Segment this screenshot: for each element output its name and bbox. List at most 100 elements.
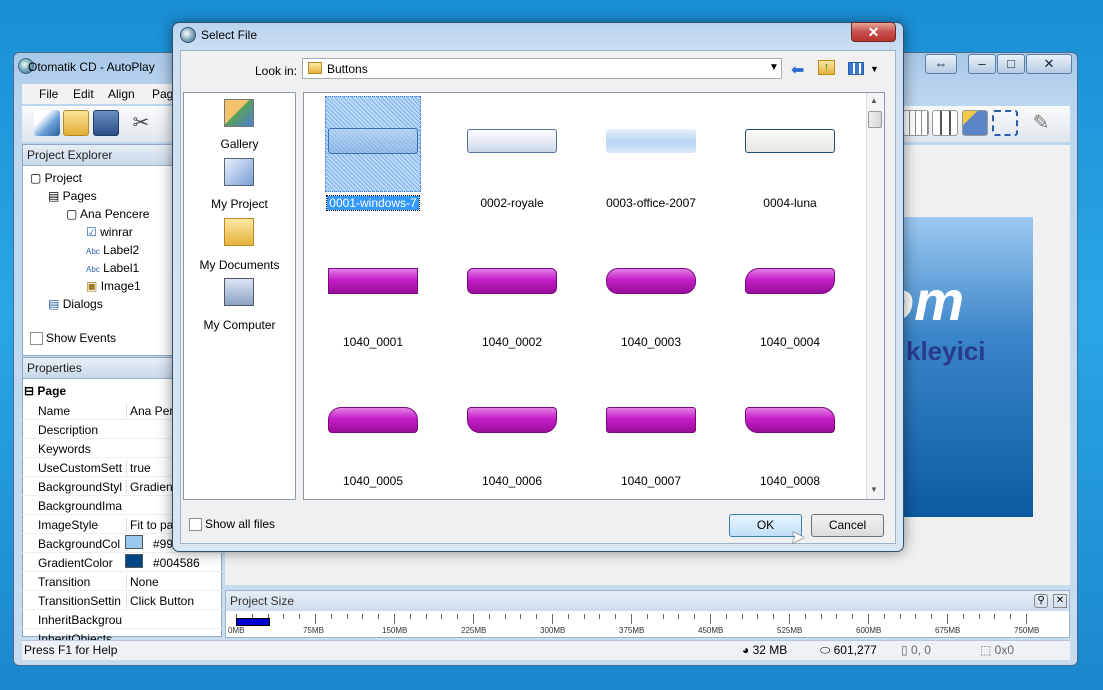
property-row[interactable]: GradientColor #004586: [22, 553, 222, 572]
ruler-tick: [994, 614, 996, 619]
file-item-1040-0006[interactable]: 1040_0006: [452, 474, 572, 488]
tree-item-label2[interactable]: Abc Label2: [86, 243, 139, 257]
file-thumb-windows7[interactable]: [328, 128, 418, 154]
property-row[interactable]: Transition None: [22, 572, 222, 591]
minimize-button[interactable]: –: [968, 54, 996, 74]
canvas-subtitle-text[interactable]: kleyici: [906, 336, 986, 367]
file-thumb-1040-0005[interactable]: [328, 407, 418, 433]
file-item-0003[interactable]: 0003-office-2007: [591, 196, 711, 210]
file-thumb-1040-0008[interactable]: [745, 407, 835, 433]
file-thumb-1040-0004[interactable]: [745, 268, 835, 294]
file-thumb-office2007[interactable]: [606, 129, 696, 153]
property-key: Name: [38, 404, 71, 418]
tree-item-image1[interactable]: ▣ Image1: [86, 279, 141, 293]
file-thumb-1040-0006[interactable]: [467, 407, 557, 433]
file-item-1040-0004[interactable]: 1040_0004: [730, 335, 850, 349]
file-item-0002[interactable]: 0002-royale: [452, 196, 572, 210]
file-thumb-1040-0007[interactable]: [606, 407, 696, 433]
tree-label: Ana Pencere: [80, 207, 150, 221]
restore-icon[interactable]: ⇔: [925, 54, 957, 74]
property-value[interactable]: Click Button: [126, 594, 222, 608]
wand-icon[interactable]: [34, 110, 60, 136]
show-events-checkbox[interactable]: [30, 332, 43, 345]
ruler-tick: [725, 614, 727, 619]
look-in-value: Buttons: [327, 62, 368, 76]
file-thumb-luna[interactable]: [745, 129, 835, 153]
cancel-button[interactable]: Cancel: [811, 514, 884, 537]
file-thumb-1040-0002[interactable]: [467, 268, 557, 294]
tree-label: Dialogs: [62, 297, 103, 311]
look-in-select[interactable]: [302, 58, 782, 79]
my-project-icon[interactable]: [224, 158, 254, 186]
file-item-1040-0002[interactable]: 1040_0002: [452, 335, 572, 349]
property-value[interactable]: None: [126, 575, 222, 589]
cut-icon[interactable]: ✂: [128, 110, 154, 136]
tree-item-dialogs[interactable]: ▤ Dialogs: [48, 297, 103, 311]
maximize-button[interactable]: □: [997, 54, 1025, 74]
file-thumb-royale[interactable]: [467, 129, 557, 153]
status-help: Press F1 for Help: [24, 643, 118, 657]
show-all-files-checkbox[interactable]: [189, 518, 202, 531]
gradient-color-swatch[interactable]: [125, 554, 143, 568]
file-thumb-1040-0001[interactable]: [328, 268, 418, 294]
columns-icon[interactable]: [932, 110, 958, 136]
ruler-tick: [1026, 614, 1027, 624]
file-item-1040-0001[interactable]: 1040_0001: [313, 335, 433, 349]
properties-section-page[interactable]: ⊟ Page: [24, 384, 66, 398]
tree-item-ana-pencere[interactable]: ▢ Ana Pencere: [66, 207, 149, 221]
label-icon: Abc: [86, 247, 100, 256]
property-row[interactable]: TransitionSettin Click Button: [22, 591, 222, 610]
view-menu-icon[interactable]: [848, 62, 864, 75]
pen-icon[interactable]: ✎: [1028, 110, 1054, 136]
place-my-project[interactable]: My Project: [183, 197, 296, 211]
file-item-1040-0005[interactable]: 1040_0005: [313, 474, 433, 488]
up-folder-icon[interactable]: ↑: [818, 60, 835, 75]
place-my-documents[interactable]: My Documents: [183, 258, 296, 272]
grid-icon[interactable]: [903, 110, 929, 136]
place-my-computer[interactable]: My Computer: [183, 318, 296, 332]
back-arrow-icon[interactable]: ⬅: [791, 60, 804, 80]
view-chevron-down-icon[interactable]: ▼: [870, 64, 879, 74]
my-documents-icon[interactable]: [224, 218, 254, 246]
checkbox-icon: ☑: [86, 225, 97, 239]
open-folder-icon[interactable]: [63, 110, 89, 136]
property-row[interactable]: InheritBackgrou: [22, 610, 222, 629]
file-item-1040-0007[interactable]: 1040_0007: [591, 474, 711, 488]
scroll-up-icon[interactable]: ▲: [870, 96, 878, 105]
tree-item-project[interactable]: ▢ Project: [30, 171, 82, 185]
menu-file[interactable]: File: [39, 87, 58, 101]
place-gallery[interactable]: Gallery: [183, 137, 296, 151]
selection-icon[interactable]: [992, 110, 1018, 136]
menu-edit[interactable]: Edit: [73, 87, 94, 101]
layout-icon[interactable]: [962, 110, 988, 136]
scroll-down-icon[interactable]: ▼: [870, 485, 878, 494]
file-item-1040-0003[interactable]: 1040_0003: [591, 335, 711, 349]
scroll-thumb[interactable]: [868, 111, 882, 128]
background-color-swatch[interactable]: [125, 535, 143, 549]
close-button[interactable]: ✕: [1026, 54, 1072, 74]
file-thumb-1040-0003[interactable]: [606, 268, 696, 294]
panel-close-icon[interactable]: ✕: [1053, 594, 1067, 608]
ruler-label: 450MB: [698, 626, 724, 635]
ruler-tick: [883, 614, 885, 619]
file-item-0001[interactable]: 0001-windows-7: [313, 195, 433, 211]
ruler-label: 225MB: [461, 626, 487, 635]
tree-item-label1[interactable]: Abc Label1: [86, 261, 139, 275]
tree-item-pages[interactable]: ▤ Pages: [48, 189, 97, 203]
status-dimension-value: 0x0: [994, 643, 1015, 657]
tree-item-winrar[interactable]: ☑ winrar: [86, 225, 133, 239]
ruler-tick: [536, 614, 538, 619]
my-computer-icon[interactable]: [224, 278, 254, 306]
menu-align[interactable]: Align: [108, 87, 135, 101]
pin-icon[interactable]: ⚲: [1034, 594, 1048, 608]
gallery-icon[interactable]: [224, 99, 254, 127]
project-size-ruler: 0MB 75MB 150MB 225MB 300MB 375MB 450MB 525MB 600…: [228, 614, 1066, 636]
dialog-close-button[interactable]: ✕: [851, 22, 896, 42]
file-item-1040-0008[interactable]: 1040_0008: [730, 474, 850, 488]
chevron-down-icon[interactable]: ▼: [769, 62, 779, 73]
file-item-0004[interactable]: 0004-luna: [730, 196, 850, 210]
save-icon[interactable]: [93, 110, 119, 136]
file-list-scrollbar[interactable]: [866, 93, 884, 499]
property-key: Keywords: [38, 442, 91, 456]
menu-page[interactable]: Pag: [152, 87, 173, 101]
